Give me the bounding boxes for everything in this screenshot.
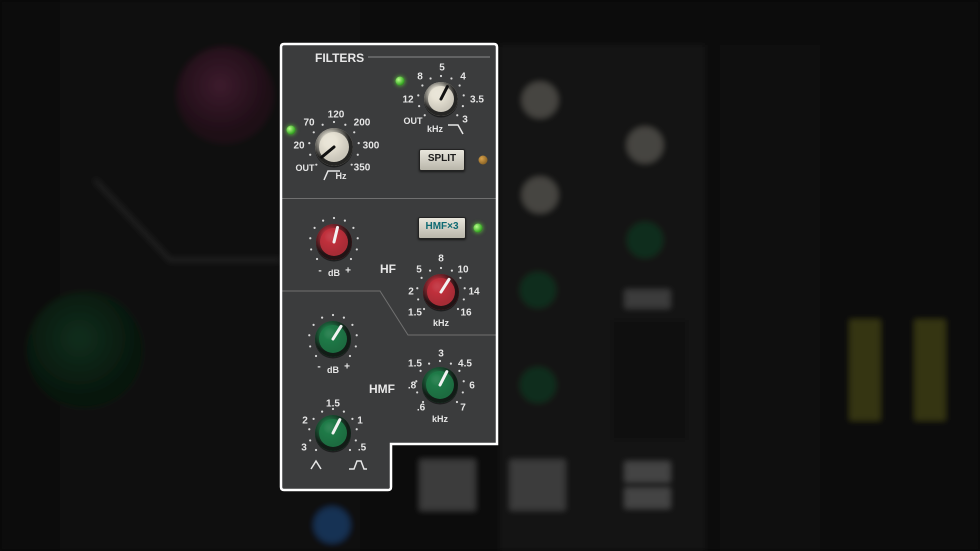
filters-title: FILTERS <box>315 51 365 65</box>
hmf-q-tick: .5 <box>357 442 367 454</box>
hf-freq-tick: 5 <box>416 264 422 276</box>
highcut-shape-icon <box>448 124 464 135</box>
lowcut-tick: 120 <box>327 109 345 121</box>
hf-freq-tick: 2 <box>408 286 414 298</box>
hmf-q-knob[interactable] <box>305 405 361 461</box>
highcut-tick: 4 <box>460 71 466 83</box>
split-button[interactable]: SPLIT <box>419 149 465 171</box>
hf-freq-tick: 1.5 <box>408 307 422 319</box>
hmf-freq-tick: .6 <box>416 402 426 414</box>
hf-gain-minus: - <box>318 265 322 277</box>
hf-gain-unit: dB <box>328 268 340 278</box>
hmf-gain-plus: + <box>344 361 350 373</box>
hf-freq-tick: 14 <box>468 286 480 298</box>
lowcut-tick: 70 <box>303 117 315 129</box>
hmf-q-tick: 1.5 <box>326 398 340 410</box>
hmf-x3-button[interactable]: HMF×3 <box>418 217 466 239</box>
hmf-gain-unit: dB <box>327 365 339 375</box>
hmf-q-tick: 1 <box>357 415 363 427</box>
lowcut-tick: 350 <box>353 162 371 174</box>
highcut-tick: 5 <box>439 62 445 74</box>
hmf-freq-tick: 3 <box>438 348 444 360</box>
highcut-tick: 12 <box>402 94 414 106</box>
highcut-tick: 8 <box>417 71 423 83</box>
hmf-gain-knob[interactable] <box>305 311 361 367</box>
hmf-label: HMF <box>369 382 395 396</box>
hf-label: HF <box>380 262 396 276</box>
lowcut-tick: 200 <box>353 117 371 129</box>
lowcut-out-label: OUT <box>295 163 315 173</box>
hmf-freq-tick: 1.5 <box>408 358 422 370</box>
hmf-freq-tick: 4.5 <box>458 358 472 370</box>
q-shape-icons <box>310 459 367 470</box>
hmf-freq-tick: 7 <box>460 402 466 414</box>
hmf3-led <box>473 223 483 233</box>
highcut-unit: kHz <box>426 124 444 134</box>
hmf-freq-unit: kHz <box>431 414 449 424</box>
highcut-out-label: OUT <box>403 116 423 126</box>
lowcut-shape-icon <box>323 170 340 181</box>
filters-led <box>286 125 296 135</box>
hf-freq-tick: 10 <box>457 264 469 276</box>
highcut-led <box>395 76 405 86</box>
highcut-tick: 3.5 <box>470 94 484 106</box>
hf-freq-unit: kHz <box>432 318 450 328</box>
hf-freq-tick: 16 <box>460 307 472 319</box>
lowcut-tick: 300 <box>362 140 380 152</box>
hmf-freq-tick: .8 <box>407 380 417 392</box>
hmf-freq-tick: 6 <box>469 380 475 392</box>
split-led <box>478 155 488 165</box>
hf-freq-tick: 8 <box>438 253 444 265</box>
hf-gain-plus: + <box>345 265 351 277</box>
hf-gain-knob[interactable] <box>306 214 362 270</box>
lowcut-tick: 20 <box>293 140 305 152</box>
hmf-q-tick: 2 <box>302 415 308 427</box>
hmf-gain-minus: - <box>317 361 321 373</box>
hmf-q-tick: 3 <box>301 442 307 454</box>
